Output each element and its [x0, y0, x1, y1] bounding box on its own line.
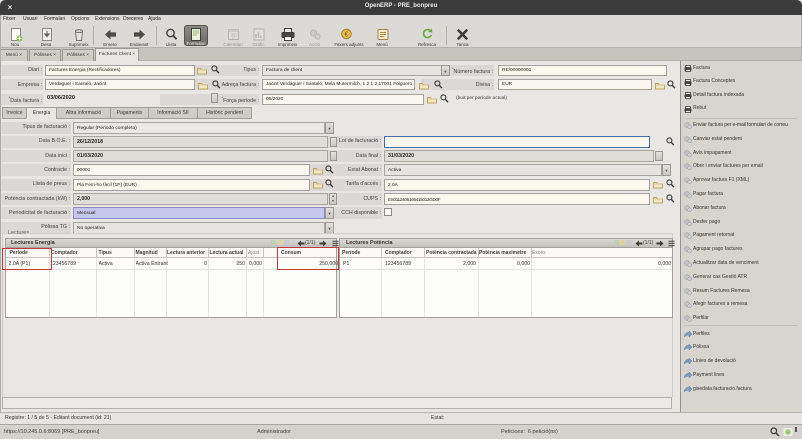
- svg-text:€: €: [345, 32, 349, 39]
